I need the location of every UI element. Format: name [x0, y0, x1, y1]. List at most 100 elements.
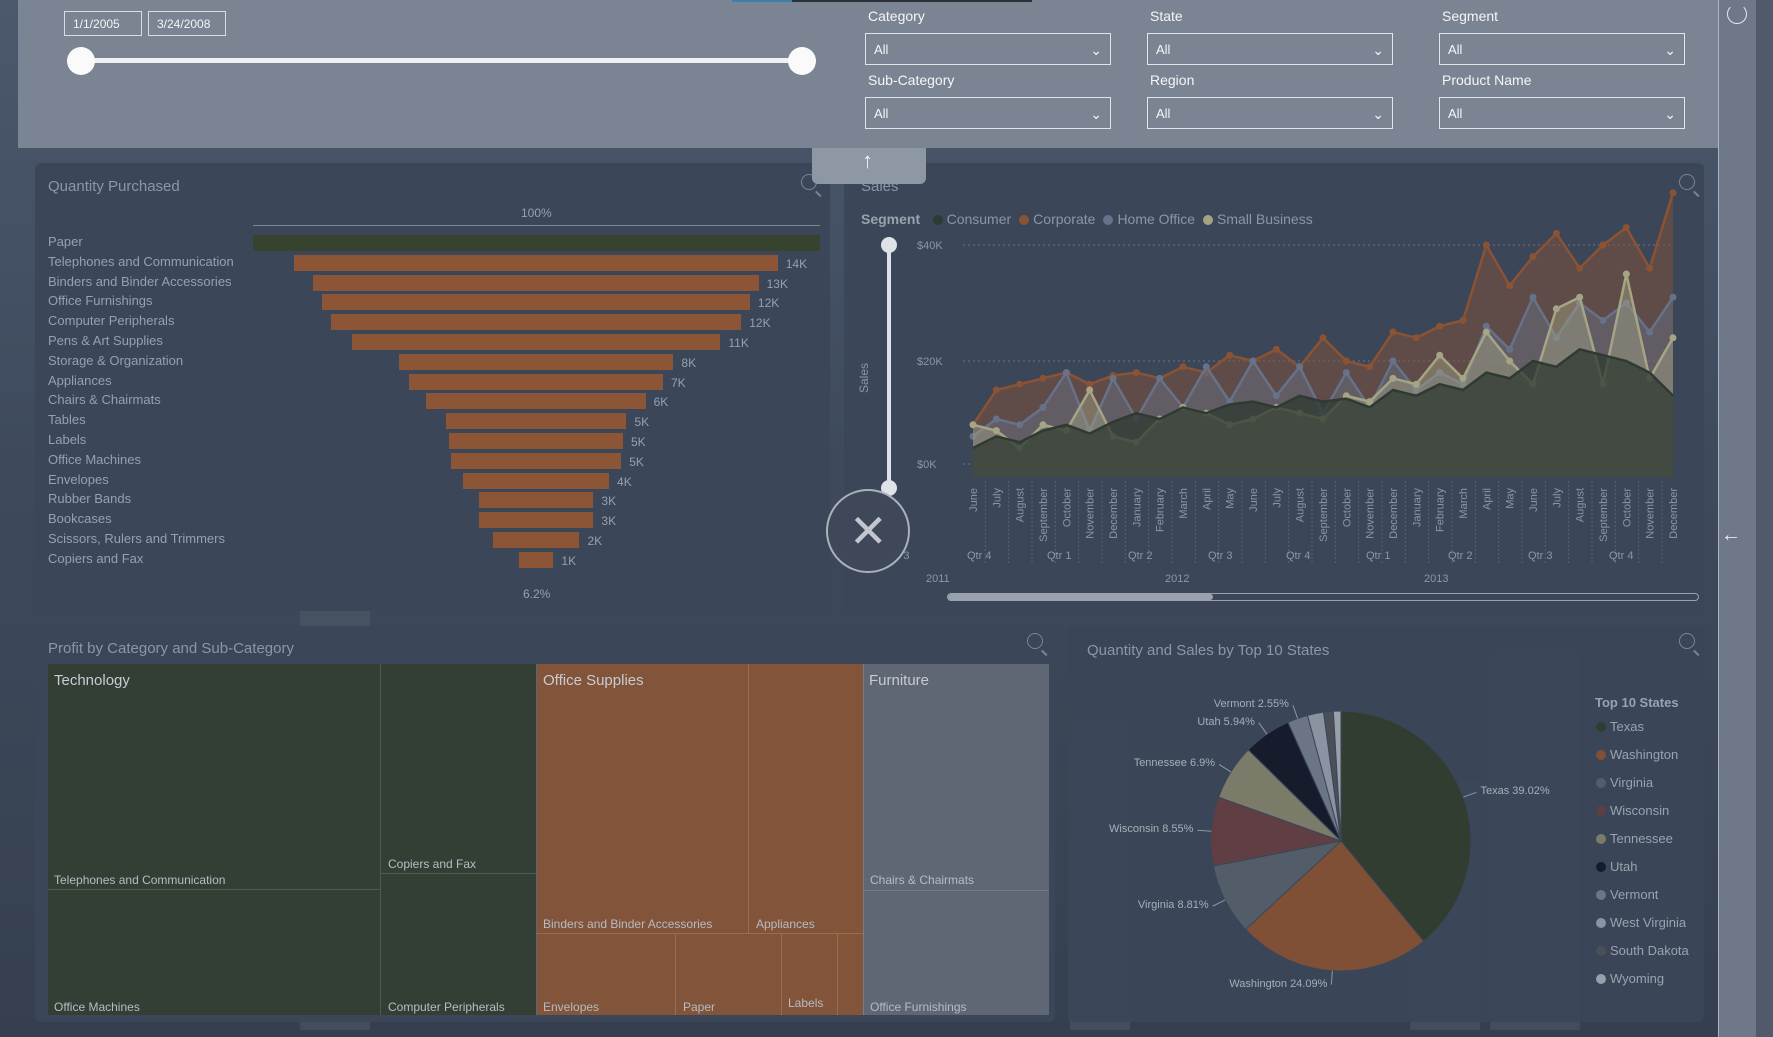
data-point[interactable] [1132, 369, 1140, 377]
data-point[interactable] [1552, 229, 1560, 237]
legend-item[interactable]: West Virginia [1596, 915, 1686, 930]
data-point[interactable] [1436, 351, 1444, 359]
data-point[interactable] [1646, 264, 1654, 272]
legend-item[interactable]: Texas [1596, 719, 1644, 734]
funnel-bar[interactable] [294, 254, 778, 271]
funnel-bar[interactable] [322, 294, 750, 311]
data-point[interactable] [1109, 374, 1117, 382]
data-point[interactable] [1669, 189, 1677, 197]
legend-item[interactable]: Virginia [1596, 775, 1653, 790]
data-point[interactable] [1272, 345, 1280, 353]
treemap-cell[interactable] [48, 890, 381, 1015]
data-point[interactable] [1552, 305, 1560, 313]
date-to-input[interactable]: 3/24/2008 [148, 11, 226, 36]
treemap-cell[interactable] [48, 664, 381, 890]
data-point[interactable] [992, 415, 1000, 423]
funnel-bar[interactable] [492, 532, 580, 548]
treemap-cell[interactable] [381, 874, 536, 1015]
treemap-cell[interactable] [863, 664, 1049, 891]
data-point[interactable] [1039, 403, 1047, 411]
data-point[interactable] [1412, 334, 1420, 342]
legend-item[interactable]: Tennessee [1596, 831, 1673, 846]
zoom-slider-handle[interactable] [881, 237, 897, 253]
category-dropdown[interactable]: All ⌄ [865, 33, 1111, 65]
data-point[interactable] [1319, 334, 1327, 342]
data-point[interactable] [1599, 241, 1607, 249]
data-point[interactable] [1389, 328, 1397, 336]
data-point[interactable] [1482, 328, 1490, 336]
sales-scrollbar[interactable] [947, 593, 1699, 601]
data-point[interactable] [1646, 328, 1654, 336]
data-point[interactable] [1622, 270, 1630, 278]
back-arrow-icon[interactable]: ← [1721, 524, 1741, 547]
data-point[interactable] [1436, 322, 1444, 330]
treemap-cell[interactable] [381, 664, 536, 874]
data-point[interactable] [1086, 386, 1094, 394]
funnel-bar[interactable] [426, 393, 646, 410]
funnel-bar[interactable] [313, 274, 759, 291]
legend-item[interactable]: Utah [1596, 859, 1637, 874]
data-point[interactable] [1039, 374, 1047, 382]
data-point[interactable] [1249, 357, 1257, 365]
data-point[interactable] [1459, 374, 1467, 382]
legend-item[interactable]: South Dakota [1596, 943, 1689, 958]
data-point[interactable] [1506, 282, 1514, 290]
legend-item[interactable]: Vermont [1596, 887, 1658, 902]
funnel-bar[interactable] [478, 492, 594, 509]
segment-dropdown[interactable]: All ⌄ [1439, 33, 1685, 65]
funnel-bar[interactable] [398, 353, 674, 370]
data-point[interactable] [1062, 369, 1070, 377]
funnel-bar[interactable] [518, 551, 554, 568]
data-point[interactable] [1296, 363, 1304, 371]
search-icon[interactable] [1027, 633, 1043, 649]
treemap-cell[interactable] [749, 664, 863, 934]
data-point[interactable] [1529, 293, 1537, 301]
data-point[interactable] [992, 427, 1000, 435]
funnel-bar[interactable] [462, 472, 610, 489]
funnel-bar[interactable] [330, 314, 742, 331]
data-point[interactable] [1016, 380, 1024, 388]
funnel-bar[interactable] [351, 334, 721, 350]
treemap-cell[interactable] [838, 934, 863, 1015]
legend-item[interactable]: Wyoming [1596, 971, 1664, 986]
slider-start-handle[interactable] [67, 47, 95, 75]
data-point[interactable] [1622, 224, 1630, 232]
funnel-bar[interactable] [478, 512, 594, 529]
sub-category-dropdown[interactable]: All ⌄ [865, 97, 1111, 129]
data-point[interactable] [1366, 363, 1374, 371]
data-point[interactable] [992, 386, 1000, 394]
data-point[interactable] [1226, 351, 1234, 359]
date-range-slider[interactable] [80, 58, 802, 63]
funnel-bar[interactable] [449, 433, 623, 449]
product-name-dropdown[interactable]: All ⌄ [1439, 97, 1685, 129]
close-button[interactable]: ✕ [826, 489, 910, 573]
treemap-cell[interactable] [536, 664, 749, 934]
scrollbar-thumb[interactable] [948, 594, 1213, 600]
data-point[interactable] [1506, 357, 1514, 365]
data-point[interactable] [1016, 421, 1024, 429]
data-point[interactable] [1506, 345, 1514, 353]
data-point[interactable] [969, 421, 977, 429]
data-point[interactable] [1272, 392, 1280, 400]
data-point[interactable] [1669, 293, 1677, 301]
reset-icon[interactable] [1727, 4, 1747, 24]
funnel-bar[interactable] [409, 373, 663, 390]
data-point[interactable] [1599, 316, 1607, 324]
slider-end-handle[interactable] [788, 47, 816, 75]
date-from-input[interactable]: 1/1/2005 [64, 11, 142, 36]
data-point[interactable] [1412, 380, 1420, 388]
data-point[interactable] [1389, 357, 1397, 365]
funnel-bar[interactable] [450, 452, 622, 469]
data-point[interactable] [1342, 369, 1350, 377]
funnel-bar[interactable] [445, 413, 627, 430]
legend-item[interactable]: Wisconsin [1596, 803, 1669, 818]
region-dropdown[interactable]: All ⌄ [1147, 97, 1393, 129]
data-point[interactable] [1389, 374, 1397, 382]
data-point[interactable] [1459, 316, 1467, 324]
data-point[interactable] [1342, 357, 1350, 365]
data-point[interactable] [1156, 374, 1164, 382]
data-point[interactable] [1576, 264, 1584, 272]
data-point[interactable] [1529, 253, 1537, 261]
treemap-cell[interactable] [863, 891, 1049, 1015]
state-dropdown[interactable]: All ⌄ [1147, 33, 1393, 65]
